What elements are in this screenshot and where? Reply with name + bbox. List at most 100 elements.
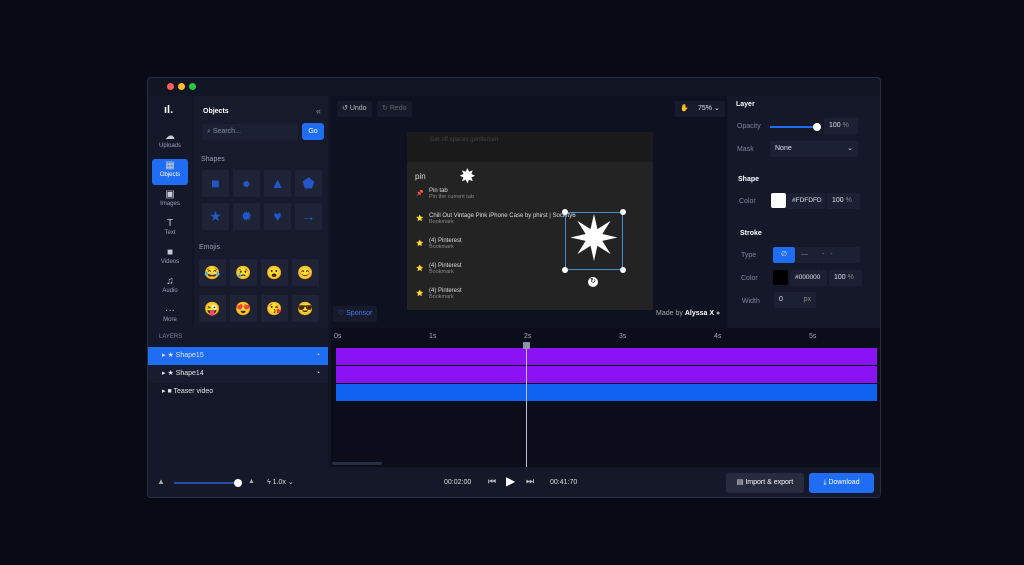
result-icon: ⭐ (416, 291, 424, 297)
shape-tile[interactable]: ■ (202, 170, 229, 197)
layers-panel: LAYERS ▸ ★ Shape15 ◔ ▸ ★ Shape14 ◔ ▸ ■ Tease… (148, 328, 328, 467)
shape-tile[interactable]: ★ (202, 203, 229, 230)
minimize-button[interactable] (178, 83, 185, 90)
zoom-in-icon[interactable]: ▲ (248, 478, 255, 485)
star-shape-small[interactable]: ✸ (459, 164, 476, 189)
video-icon: ■ (166, 247, 174, 258)
stroke-style-buttons[interactable]: — -- ··· (796, 247, 860, 274)
shape-tile[interactable]: ✹ (233, 203, 260, 230)
track-bar[interactable] (336, 348, 877, 365)
import-export-button[interactable]: ▤ Import & export (726, 473, 804, 493)
sidebar-item-videos[interactable]: ■ Videos (152, 246, 188, 272)
unit: px (803, 296, 811, 303)
shape-color-input[interactable]: #FDFDFD (787, 193, 825, 209)
layer-row[interactable]: ▸ ★ Shape15 ◔ (148, 347, 328, 365)
search-input[interactable]: ⌕ Search... (202, 124, 298, 140)
emoji-tile[interactable]: 😘 (261, 295, 288, 322)
clock-icon[interactable]: ◔ (316, 365, 320, 383)
layer-row[interactable]: ▸ ■ Teaser video (148, 383, 328, 401)
skip-back-icon[interactable]: ⏮ (488, 476, 496, 487)
sidebar-item-label: Text (164, 230, 176, 236)
sidebar-item-objects[interactable]: ▦ Objects (152, 159, 188, 185)
emoji-tile[interactable]: 😮 (261, 259, 288, 286)
timeline-zoom-slider[interactable] (174, 479, 242, 487)
stroke-heading: Stroke (740, 230, 762, 237)
undo-label: Undo (349, 105, 367, 112)
timeline-scrollbar[interactable] (332, 462, 382, 465)
sidebar-item-label: Objects (159, 172, 181, 178)
emoji-tile[interactable]: 😍 (230, 295, 257, 322)
author-name: Alyssa X (684, 310, 714, 317)
stroke-color-input[interactable]: #000000 (790, 270, 827, 286)
layer-row[interactable]: ▸ ★ Shape14 ◔ (148, 365, 328, 383)
total-time: 00:41:70 (550, 479, 578, 486)
shape-tile[interactable]: ● (233, 170, 260, 197)
collapse-icon[interactable]: « (316, 106, 321, 116)
emoji-tile[interactable]: 😢 (230, 259, 257, 286)
download-button[interactable]: ⤓ Download (809, 473, 874, 493)
clock-icon[interactable]: ◔ (316, 347, 320, 365)
sidebar-item-label: Images (160, 201, 180, 207)
sidebar-item-images[interactable]: ▣ Images (152, 188, 188, 214)
timeline[interactable]: 0s 1s 2s 3s 4s 5s (331, 328, 880, 467)
download-label: Download (828, 479, 860, 486)
star-shape-selected[interactable]: ✷ (564, 203, 624, 277)
sidebar-item-more[interactable]: ··· More (152, 304, 188, 330)
width-value: 0 (779, 296, 783, 303)
sponsor-button[interactable]: ♡ Sponsor (333, 306, 378, 322)
selection-box[interactable]: ✷ ↻ (562, 205, 626, 287)
emoji-tile[interactable]: 😎 (292, 295, 319, 322)
shape-tile[interactable]: ⬟ (295, 170, 322, 197)
track-bar[interactable] (336, 384, 877, 401)
sidebar-item-label: Videos (160, 259, 180, 265)
bottom-bar: ▲ ▲ ϟ 1.0x ⌄ 00:02:00 ⏮ ▶ ⏭ 00:41:70 ▤ I… (148, 467, 880, 497)
zoom-select[interactable]: 75% ⌄ (693, 101, 725, 117)
sidebar-item-uploads[interactable]: ☁ Uploads (152, 130, 188, 156)
shape-tile[interactable]: ♥ (264, 203, 291, 230)
stroke-width-input[interactable]: 0 px (774, 292, 816, 308)
undo-button[interactable]: ↺ Undo (337, 101, 372, 117)
time-tick: 1s (429, 333, 437, 340)
stroke-none-button[interactable]: ∅ (773, 247, 795, 263)
stroke-alpha-input[interactable]: 100 % (829, 270, 862, 286)
mask-select[interactable]: None ⌄ (770, 141, 858, 157)
speed-select[interactable]: ϟ 1.0x ⌄ (267, 478, 294, 486)
current-time: 00:02:00 (444, 479, 472, 486)
stroke-color-swatch[interactable] (773, 270, 788, 285)
opacity-input[interactable]: 100 % (824, 118, 858, 134)
skip-forward-icon[interactable]: ⏭ (526, 476, 534, 487)
rotate-handle-icon[interactable]: ↻ (588, 277, 598, 287)
emoji-tile[interactable]: 😜 (199, 295, 226, 322)
track-bar[interactable] (336, 366, 877, 383)
shape-tile[interactable]: ▲ (264, 170, 291, 197)
sidebar-rail: ıl. ☁ Uploads ▦ Objects ▣ Images T Text ■ Videos ♫… (148, 96, 192, 328)
emoji-tile[interactable]: 😂 (199, 259, 226, 286)
play-icon[interactable]: ▶ (506, 474, 515, 488)
slider-thumb[interactable] (813, 123, 821, 131)
sidebar-item-text[interactable]: T Text (152, 217, 188, 243)
zoom-out-icon[interactable]: ▲ (157, 477, 165, 486)
cloud-icon: ☁ (165, 131, 175, 142)
result-item: ⭐ (4) Pinterest Bookmark (407, 288, 652, 313)
playhead[interactable] (523, 342, 530, 467)
go-button[interactable]: Go (302, 123, 324, 140)
credit[interactable]: Made by Alyssa X ● (656, 310, 720, 317)
hand-tool-button[interactable]: ✋ (675, 101, 694, 117)
result-icon: ⭐ (416, 266, 424, 272)
emojis-heading: Emojis (199, 244, 221, 251)
shape-alpha-input[interactable]: 100 % (827, 193, 860, 209)
shape-color-swatch[interactable] (771, 193, 786, 208)
layer-name: Teaser video (173, 388, 214, 395)
layers-heading: LAYERS (159, 334, 183, 340)
made-by-label: Made by (656, 310, 683, 317)
result-subtitle: Bookmark (429, 294, 454, 300)
emoji-tile[interactable]: 😊 (292, 259, 319, 286)
sidebar-item-audio[interactable]: ♫ Audio (152, 275, 188, 301)
maximize-button[interactable] (189, 83, 196, 90)
redo-button[interactable]: ↻ Redo (377, 101, 412, 117)
layer-name: Shape15 (175, 352, 204, 359)
canvas-area[interactable]: ↺ Undo ↻ Redo ✋ 75% ⌄ Get off spaces gen… (331, 96, 727, 328)
close-button[interactable] (167, 83, 174, 90)
shape-tile[interactable]: → (295, 203, 322, 230)
opacity-slider[interactable] (770, 123, 821, 131)
